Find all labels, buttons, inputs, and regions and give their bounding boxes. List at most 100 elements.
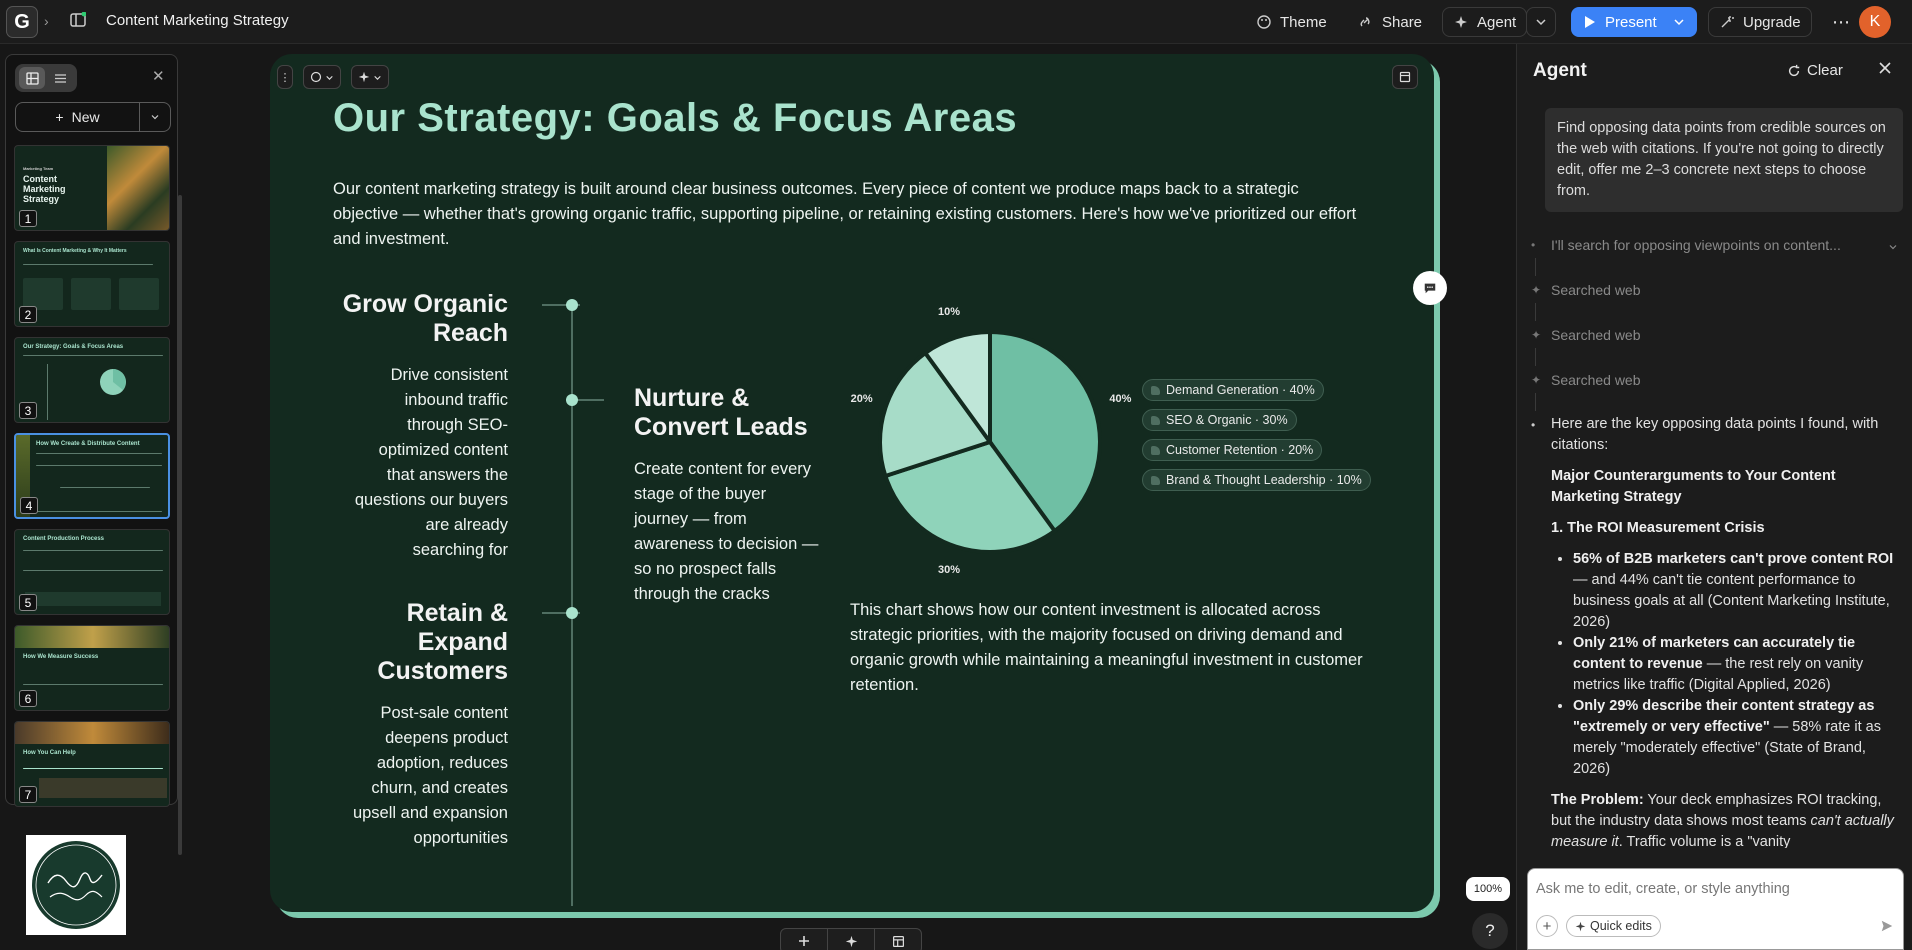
- present-button[interactable]: Present: [1571, 7, 1697, 37]
- chevron-down-icon: [326, 75, 333, 80]
- slide-style-button[interactable]: [303, 65, 341, 89]
- legend-item[interactable]: SEO & Organic · 30%: [1142, 409, 1297, 431]
- goal-heading: Grow Organic Reach: [342, 290, 508, 347]
- slide-menu-icon[interactable]: ⋮: [277, 65, 293, 89]
- clear-button[interactable]: Clear: [1787, 62, 1843, 79]
- answer-intro: Here are the key opposing data points I …: [1551, 416, 1879, 453]
- upgrade-button[interactable]: Upgrade: [1708, 7, 1812, 37]
- agent-label: Agent: [1477, 13, 1517, 31]
- app-logo[interactable]: G: [6, 6, 38, 38]
- slide-layout-icon[interactable]: [1392, 65, 1418, 89]
- slide-ai-button[interactable]: [351, 65, 389, 89]
- comment-button[interactable]: [1413, 271, 1447, 305]
- goal-3[interactable]: Retain & Expand Customers Post-sale cont…: [320, 599, 508, 851]
- sidebar-toggle-icon[interactable]: [70, 11, 87, 33]
- more-options-icon[interactable]: ⋯: [1822, 7, 1860, 37]
- close-icon[interactable]: ✕: [152, 67, 165, 85]
- send-icon[interactable]: [1876, 915, 1898, 937]
- slide-thumbnail-7[interactable]: How You Can Help 7: [14, 721, 170, 807]
- plus-icon: +: [55, 109, 64, 125]
- agent-icon: [1455, 16, 1467, 28]
- share-button[interactable]: Share: [1348, 7, 1432, 37]
- list-view-icon[interactable]: [47, 67, 73, 89]
- share-icon: [1360, 17, 1370, 27]
- comment-icon: [1424, 283, 1436, 294]
- view-toggle: [15, 64, 77, 92]
- problem-text: . Traffic volume is a "vanity: [1618, 834, 1791, 848]
- quick-edits-button[interactable]: Quick edits: [1566, 915, 1661, 937]
- pie-value-label: 20%: [850, 392, 873, 405]
- play-icon: [1585, 16, 1595, 28]
- searched-web-step[interactable]: Searched web: [1551, 327, 1641, 343]
- help-button[interactable]: ?: [1472, 913, 1508, 949]
- agent-title: Agent: [1533, 60, 1587, 81]
- layout-icon[interactable]: [875, 929, 921, 950]
- new-slide-button[interactable]: + New: [15, 102, 171, 132]
- goal-heading: Nurture & Convert Leads: [634, 384, 808, 441]
- legend-swatch: [1151, 445, 1160, 455]
- avatar[interactable]: K: [1859, 6, 1891, 38]
- answer-bullet: Only 29% describe their content strategy…: [1573, 696, 1905, 780]
- grid-view-icon[interactable]: [19, 67, 45, 89]
- theme-button[interactable]: Theme: [1246, 7, 1337, 37]
- agent-dropdown-button[interactable]: [1526, 7, 1556, 37]
- goal-body: Create content for every stage of the bu…: [634, 460, 819, 603]
- chat-input[interactable]: Ask me to edit, create, or style anythin…: [1527, 868, 1904, 950]
- thumb-number: 4: [20, 497, 38, 514]
- new-slide-main[interactable]: + New: [16, 103, 140, 131]
- answer-bullets: 56% of B2B marketers can't prove content…: [1551, 549, 1905, 780]
- sparkle-icon: [358, 71, 370, 83]
- chat-input-placeholder[interactable]: Ask me to edit, create, or style anythin…: [1536, 881, 1790, 897]
- slide-thumbnail-2[interactable]: What Is Content Marketing & Why It Matte…: [14, 241, 170, 327]
- sparkle-icon: ✦: [1531, 328, 1542, 342]
- chevron-down-icon[interactable]: [1887, 240, 1899, 258]
- slide-canvas[interactable]: ⋮ Our Strategy: Goals & Focus Areas Our …: [270, 54, 1434, 912]
- legend-label: SEO & Organic · 30%: [1166, 413, 1288, 427]
- slide-thumbnail-5[interactable]: Content Production Process 5: [14, 529, 170, 615]
- attach-plus-button[interactable]: +: [1536, 915, 1558, 937]
- thumb-title: Content Production Process: [23, 536, 105, 542]
- add-icon[interactable]: [781, 929, 828, 950]
- chevron-down-icon: [1536, 19, 1546, 26]
- dot-icon: •: [1531, 238, 1536, 252]
- pie-chart[interactable]: [870, 322, 1110, 562]
- slide-thumbnail-panel: ✕ + New Marketing Team Content Marketing …: [5, 54, 182, 855]
- answer-point-title: 1. The ROI Measurement Crisis: [1551, 520, 1765, 536]
- bottom-toolbar: [780, 928, 922, 950]
- slide-thumbnail-1[interactable]: Marketing Team Content Marketing Strateg…: [14, 145, 170, 231]
- slide-thumbnail-6[interactable]: How We Measure Success 6: [14, 625, 170, 711]
- goal-2[interactable]: Nurture & Convert Leads Create content f…: [634, 384, 824, 607]
- top-bar: G › Content Marketing Strategy Theme Sha…: [0, 0, 1912, 44]
- goal-1[interactable]: Grow Organic Reach Drive consistent inbo…: [320, 290, 508, 563]
- answer-bullet: 56% of B2B marketers can't prove content…: [1573, 549, 1905, 633]
- pie-value-label: 10%: [937, 305, 960, 318]
- sparkle-icon: ✦: [1531, 283, 1542, 297]
- slide-thumbnail-4[interactable]: How We Create & Distribute Content 4: [14, 433, 170, 519]
- thumb-title: How We Create & Distribute Content: [36, 441, 140, 447]
- bullet-text: — and 44% can't tie content performance …: [1573, 572, 1890, 630]
- slide-intro[interactable]: Our content marketing strategy is built …: [333, 177, 1363, 252]
- agent-thinking-step[interactable]: I'll search for opposing viewpoints on c…: [1551, 237, 1861, 253]
- chevron-down-icon[interactable]: [1671, 14, 1687, 30]
- slide-thumbnail-3[interactable]: Our Strategy: Goals & Focus Areas 3: [14, 337, 170, 423]
- agent-button[interactable]: Agent: [1442, 7, 1528, 37]
- chart-caption[interactable]: This chart shows how our content investm…: [850, 598, 1370, 698]
- sparkle-icon[interactable]: [828, 929, 875, 950]
- searched-web-step[interactable]: Searched web: [1551, 372, 1641, 388]
- upgrade-label: Upgrade: [1743, 13, 1801, 31]
- legend-item[interactable]: Customer Retention · 20%: [1142, 439, 1323, 461]
- slide-title[interactable]: Our Strategy: Goals & Focus Areas: [333, 96, 1017, 141]
- timeline-dot: [566, 607, 578, 619]
- thumbnail-scrollbar[interactable]: [178, 195, 182, 855]
- zoom-level[interactable]: 100%: [1466, 877, 1510, 901]
- agent-answer: Here are the key opposing data points I …: [1551, 414, 1905, 848]
- close-icon[interactable]: [1877, 60, 1893, 81]
- refresh-icon: [1788, 64, 1800, 76]
- legend-item[interactable]: Demand Generation · 40%: [1142, 379, 1324, 401]
- searched-web-step[interactable]: Searched web: [1551, 282, 1641, 298]
- document-title[interactable]: Content Marketing Strategy: [106, 12, 289, 29]
- palette-icon: [310, 71, 322, 83]
- legend-item[interactable]: Brand & Thought Leadership · 10%: [1142, 469, 1371, 491]
- chevron-down-icon[interactable]: [140, 103, 170, 131]
- present-label: Present: [1605, 13, 1657, 31]
